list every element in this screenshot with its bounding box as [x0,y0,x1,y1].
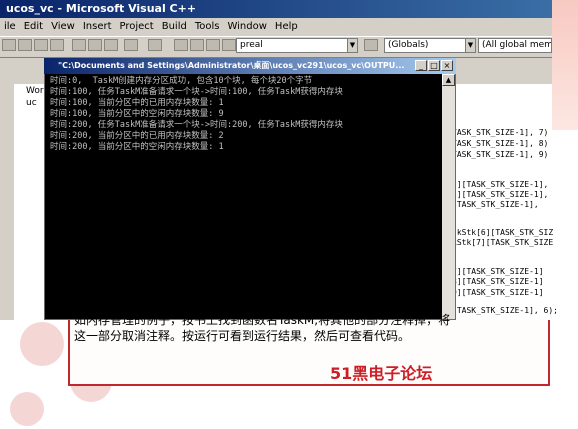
code-line: kStk[7][TASK_STK_SIZE [452,238,554,247]
workspace-icon[interactable] [174,39,188,51]
seal-stamp [20,322,64,366]
undo-icon[interactable] [124,39,138,51]
menu-window[interactable]: Window [227,21,266,32]
code-line: ]][TASK_STK_SIZE-1], [452,190,549,199]
menu-view[interactable]: View [51,21,75,32]
workspace-tree-item[interactable]: uc [26,98,37,108]
menu-bar: ile Edit View Insert Project Build Tools Window… [0,19,552,35]
chevron-down-icon[interactable]: ▼ [347,38,358,53]
find-combo[interactable]: preal [236,38,348,53]
paste-icon[interactable] [104,39,118,51]
open-icon[interactable] [18,39,32,51]
window-list-icon[interactable] [206,39,220,51]
output-icon[interactable] [190,39,204,51]
code-line: [TASK_STK_SIZE-1], 6); [452,306,558,315]
code-line: 7][TASK_STK_SIZE-1] [452,267,544,276]
menu-help[interactable]: Help [275,21,298,32]
cut-icon[interactable] [72,39,86,51]
slide-text-line2: 这一部分取消注释。按运行可看到运行结果，然后可查看代码。 [74,329,411,343]
redo-icon[interactable] [148,39,162,51]
seal-stamp [10,392,44,426]
code-line: 8][TASK_STK_SIZE-1] [452,277,544,286]
copy-icon[interactable] [88,39,102,51]
console-line: 时间:100, 任务TaskM准备请求一个块->时间:100, 任务TaskM获… [50,87,343,97]
close-icon[interactable]: × [441,60,453,71]
save-icon[interactable] [34,39,48,51]
menu-build[interactable]: Build [162,21,187,32]
find-in-files-icon[interactable] [222,39,236,51]
console-title: "C:\Documents and Settings\Administrator… [44,58,456,74]
code-line: [TASK_STK_SIZE-1], [452,200,539,209]
slide-decoration [551,0,578,130]
slide-text-line1: 如内存管理的例子，按书上找到函数名TaskM,将其他的部分注释掉，将 [74,313,451,327]
console-line: 时间:100, 当前分区中的空闲内存块数量: 9 [50,109,224,119]
code-line: TASK_STK_SIZE-1], 7) [452,128,549,137]
code-line: ]][TASK_STK_SIZE-1], [452,180,549,189]
class-combo[interactable]: (Globals) [384,38,466,53]
forum-watermark: 51黑电子论坛 [330,364,433,383]
menu-file[interactable]: ile [4,21,16,32]
console-line: 时间:200, 当前分区中的已用内存块数量: 2 [50,131,224,141]
menu-project[interactable]: Project [120,21,154,32]
code-line: 9][TASK_STK_SIZE-1] [452,288,544,297]
binoculars-icon[interactable] [364,39,378,51]
chevron-down-icon[interactable]: ▼ [465,38,476,53]
console-scrollbar[interactable] [442,74,455,319]
menu-insert[interactable]: Insert [83,21,112,32]
new-file-icon[interactable] [2,39,16,51]
menu-edit[interactable]: Edit [24,21,43,32]
members-combo[interactable]: (All global membe [478,38,552,53]
console-line: 时间:200, 任务TaskM准备请求一个块->时间:200, 任务TaskM获… [50,120,343,130]
code-line: skStk[6][TASK_STK_SIZ [452,228,554,237]
console-line: 时间:200, 当前分区中的空闲内存块数量: 1 [50,142,224,152]
code-line: TASK_STK_SIZE-1], 8) [452,139,549,148]
save-all-icon[interactable] [50,39,64,51]
console-line: 时间:100, 当前分区中的已用内存块数量: 1 [50,98,224,108]
scroll-up-icon[interactable]: ▲ [442,74,455,86]
window-title: ucos_vc - Microsoft Visual C++ [0,0,552,18]
minimize-icon[interactable]: _ [415,60,427,71]
code-line: TASK_STK_SIZE-1], 9) [452,150,549,159]
menu-tools[interactable]: Tools [195,21,220,32]
console-line: 时间:0, TaskM创建内存分区成功, 包含10个块, 每个块20个字节 [50,76,313,86]
maximize-icon[interactable]: □ [428,60,440,71]
